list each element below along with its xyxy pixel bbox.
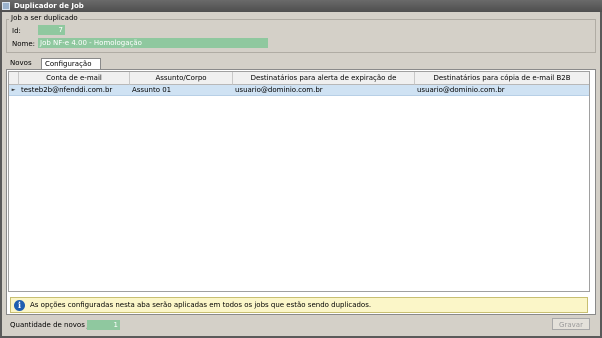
b2b-grid[interactable]: Conta de e-mail Assunto/Corpo Destinatár… xyxy=(8,71,590,292)
column-header-email[interactable]: Conta de e-mail xyxy=(19,72,130,85)
title-bar: Duplicador de Job xyxy=(0,0,602,12)
row-header-corner xyxy=(9,72,19,85)
cell-copy-recipients[interactable]: usuario@dominio.com.br xyxy=(415,85,589,96)
cell-subject[interactable]: Assunto 01 xyxy=(130,85,233,96)
column-header-copy-recipients[interactable]: Destinatários para cópia de e-mail B2B xyxy=(415,72,589,85)
app-icon xyxy=(2,2,10,10)
name-label: Nome: xyxy=(12,40,36,48)
column-header-cert-recipients[interactable]: Destinatários para alerta de expiração d… xyxy=(233,72,415,95)
job-group-legend: Job a ser duplicado xyxy=(9,14,80,22)
column-header-subject[interactable]: Assunto/Corpo xyxy=(130,72,233,85)
tab-novos-jobs[interactable]: Novos Jobs xyxy=(7,58,41,78)
table-row[interactable]: ► testeb2b@nfenddi.com.br Assunto 01 usu… xyxy=(9,85,589,96)
id-field[interactable]: 7 xyxy=(38,25,65,35)
cell-cert-recipients[interactable]: usuario@dominio.com.br xyxy=(233,85,415,96)
window-title: Duplicador de Job xyxy=(14,2,84,10)
save-button[interactable]: Gravar xyxy=(552,318,590,330)
tab-configuracao-b2b[interactable]: Configuração de B2B xyxy=(41,58,101,79)
quantity-field[interactable]: 1 xyxy=(87,320,120,330)
info-banner: i As opções configuradas nesta aba serão… xyxy=(10,297,588,313)
cell-email[interactable]: testeb2b@nfenddi.com.br xyxy=(19,85,130,96)
info-text: As opções configuradas nesta aba serão a… xyxy=(30,301,372,309)
name-field[interactable]: Job NF-e 4.00 - Homologação xyxy=(38,38,268,48)
id-label: Id: xyxy=(12,27,21,35)
row-selector-icon: ► xyxy=(11,87,16,93)
info-icon: i xyxy=(14,300,25,311)
